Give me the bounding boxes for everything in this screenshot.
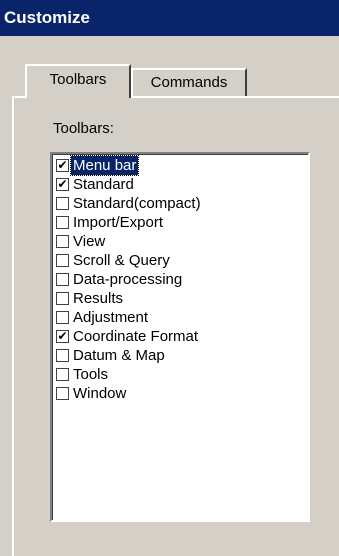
tab-commands-label: Commands [150,74,228,91]
window-title: Customize [4,8,90,27]
tab-commands[interactable]: Commands [131,68,247,96]
tab-toolbars[interactable]: Toolbars [25,64,131,98]
tab-toolbars-label: Toolbars [49,71,107,88]
title-bar[interactable]: Customize [0,0,339,36]
tab-panel [12,96,339,556]
dialog-client: Toolbars Commands [0,36,339,556]
